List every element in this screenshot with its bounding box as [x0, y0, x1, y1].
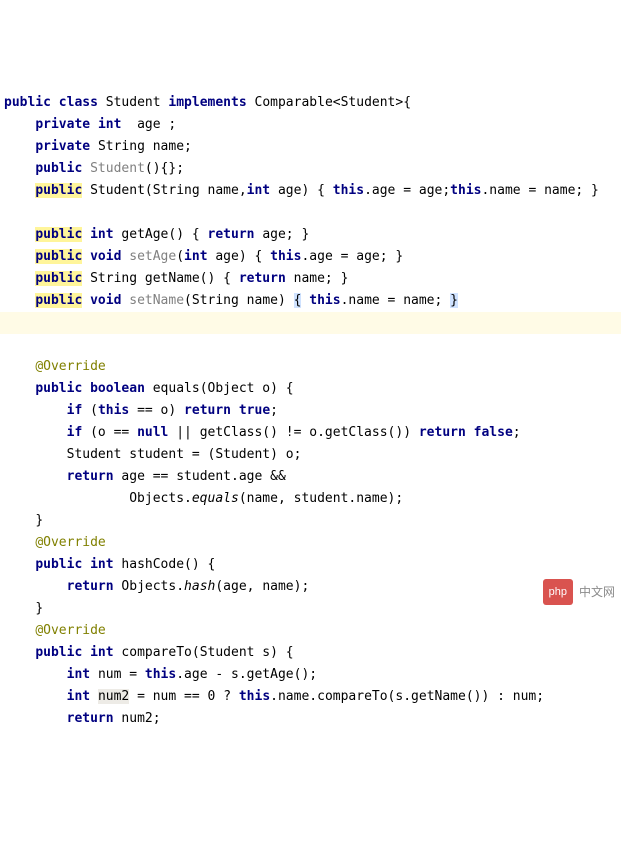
footer-watermark: php 中文网	[543, 579, 615, 605]
code-line: Student student = (Student) o;	[4, 447, 301, 462]
code-line: public void setAge(int age) { this.age =…	[4, 249, 403, 264]
code-line: Objects.equals(name, student.name);	[4, 491, 403, 506]
footer-badge: php	[543, 579, 573, 605]
footer-text: 中文网	[579, 581, 615, 603]
code-line: @Override	[4, 359, 106, 374]
editor-highlight-row	[0, 312, 621, 334]
code-line: public Student(String name,int age) { th…	[4, 183, 599, 198]
code-line: private int age ;	[4, 117, 176, 132]
code-line: public Student(){};	[4, 161, 184, 176]
code-line: return age == student.age &&	[4, 469, 286, 484]
code-line: int num2 = num == 0 ? this.name.compareT…	[4, 689, 544, 704]
code-line: @Override	[4, 535, 106, 550]
code-line: public int getAge() { return age; }	[4, 227, 309, 242]
code-line: }	[4, 513, 43, 528]
code-line: return num2;	[4, 711, 161, 726]
code-line: if (this == o) return true;	[4, 403, 278, 418]
code-line: if (o == null || getClass() != o.getClas…	[4, 425, 521, 440]
code-line: public String getName() { return name; }	[4, 271, 348, 286]
code-line: public void setName(String name) { this.…	[4, 293, 458, 308]
code-line: public int compareTo(Student s) {	[4, 645, 294, 660]
code-line: int num = this.age - s.getAge();	[4, 667, 317, 682]
code-line: @Override	[4, 623, 106, 638]
code-line: public int hashCode() {	[4, 557, 215, 572]
code-line: public class Student implements Comparab…	[4, 95, 411, 110]
code-line: }	[4, 601, 43, 616]
code-line: private String name;	[4, 139, 192, 154]
code-line: return Objects.hash(age, name);	[4, 579, 309, 594]
code-line: public boolean equals(Object o) {	[4, 381, 294, 396]
